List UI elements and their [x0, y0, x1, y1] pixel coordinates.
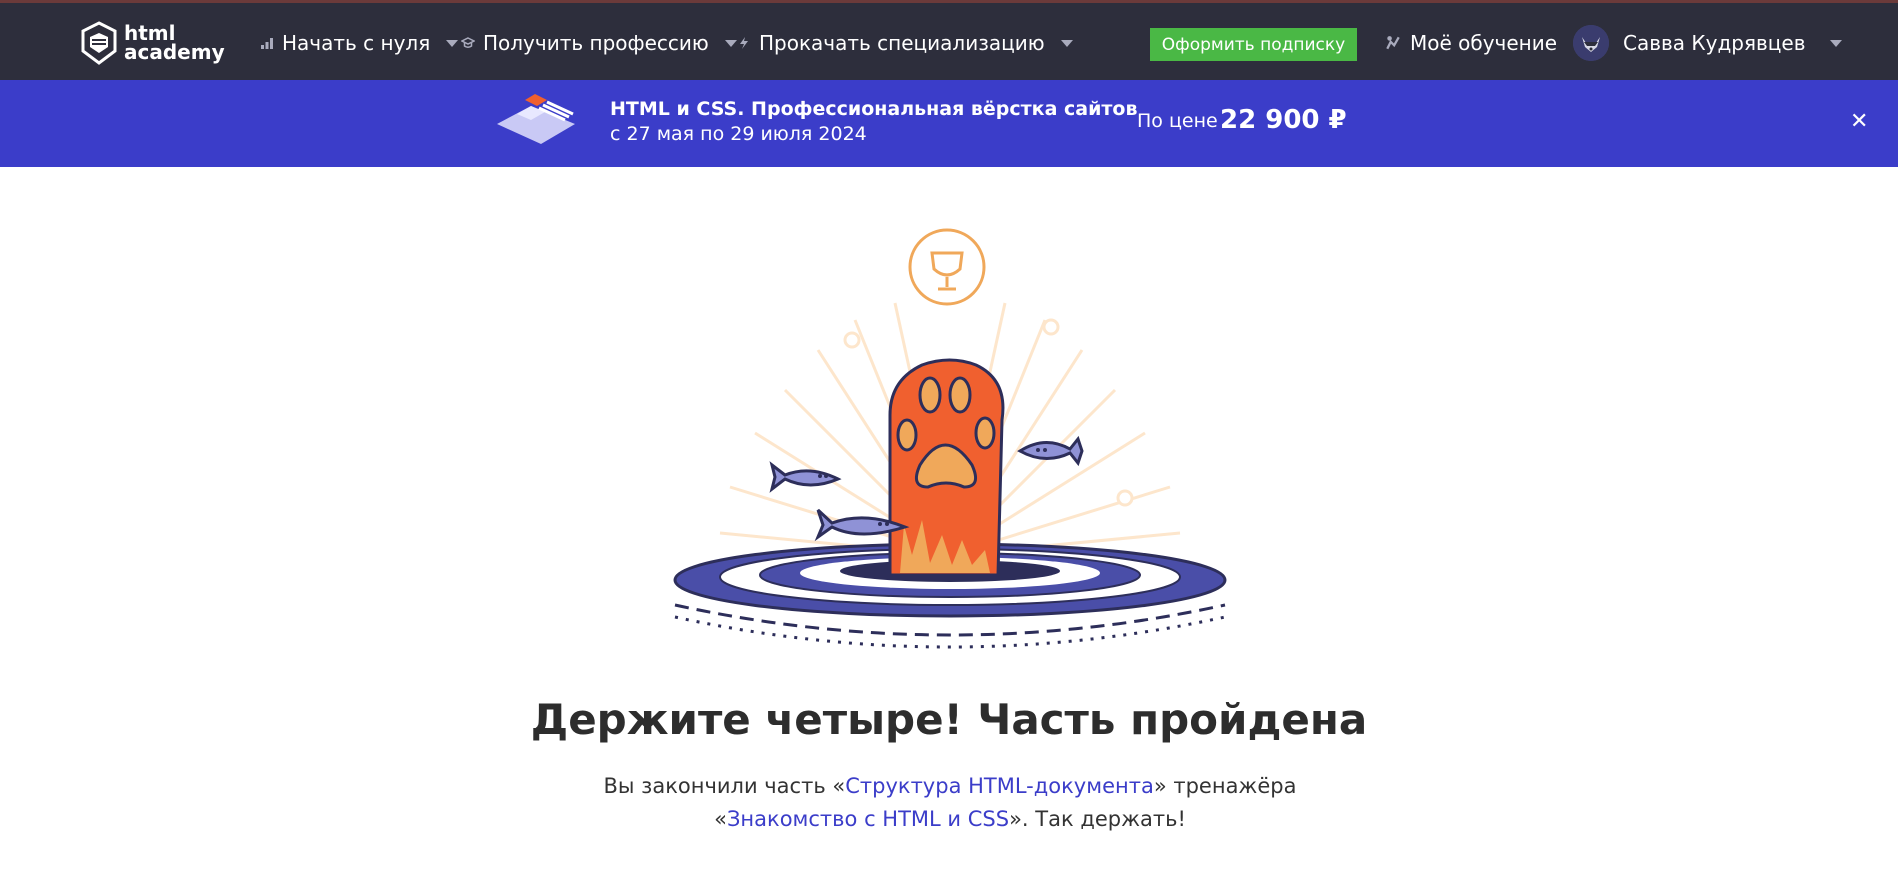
course-logo-icon: [497, 94, 575, 144]
nav-get-profession[interactable]: Получить профессию: [461, 31, 737, 55]
logo-text: html academy: [124, 23, 225, 64]
nav-upgrade-specialization[interactable]: Прокачать специализацию: [737, 31, 1073, 55]
nav-label: Получить профессию: [483, 31, 709, 55]
paw-trophy-illustration: [673, 228, 1227, 649]
bar-chart-icon: [261, 38, 273, 49]
chevron-down-icon: [724, 39, 737, 47]
raccoon-avatar-icon: [1573, 25, 1609, 61]
my-learning-link[interactable]: Моё обучение: [1384, 31, 1557, 55]
logo-text-line2: academy: [124, 40, 225, 64]
ray-dot: [1116, 489, 1134, 507]
message-text: Вы закончили часть «: [603, 774, 846, 798]
course-promo-banner[interactable]: HTML и CSS. Профессиональная вёрстка сай…: [0, 80, 1898, 167]
nav-label: Прокачать специализацию: [759, 31, 1045, 55]
promo-price: 22 900 ₽: [1220, 105, 1347, 135]
trophy-icon: [908, 228, 986, 306]
top-navigation: html academy Начать с нуля Получить проф…: [0, 0, 1898, 80]
chevron-down-icon: [1829, 39, 1842, 47]
user-name: Савва Кудрявцев: [1623, 31, 1806, 55]
nav-label: Начать с нуля: [282, 31, 431, 55]
subscribe-button[interactable]: Оформить подписку: [1150, 28, 1357, 61]
part-link[interactable]: Структура HTML-документа: [845, 774, 1154, 798]
completion-headline: Держите четыре! Часть пройдена: [530, 695, 1368, 744]
graduation-cap-icon: [461, 37, 475, 48]
promo-price-label: По цене: [1137, 110, 1218, 132]
promo-dates: с 27 мая по 29 июля 2024: [610, 123, 867, 145]
avatar: [1573, 25, 1609, 61]
nav-start-from-zero[interactable]: Начать с нуля: [260, 31, 459, 55]
completion-message: Вы закончили часть «Структура HTML-докум…: [540, 770, 1360, 836]
fish-icon: [769, 461, 842, 493]
message-text: ». Так держать!: [1009, 807, 1186, 831]
logo-shield-icon: [81, 21, 117, 65]
ray-dot: [1042, 318, 1060, 336]
user-menu[interactable]: Савва Кудрявцев: [1573, 25, 1842, 61]
learning-icon: [1386, 36, 1400, 50]
chevron-down-icon: [446, 39, 459, 47]
html-academy-logo[interactable]: html academy: [80, 21, 225, 65]
chevron-down-icon: [1060, 39, 1073, 47]
ray-dot: [843, 331, 861, 349]
close-icon[interactable]: ✕: [1850, 109, 1868, 134]
course-link[interactable]: Знакомство с HTML и CSS: [727, 807, 1009, 831]
lightning-icon: [740, 37, 748, 49]
promo-title: HTML и CSS. Профессиональная вёрстка сай…: [610, 98, 1138, 120]
cat-paw: [888, 358, 1005, 577]
fish-icon: [1017, 435, 1084, 467]
my-learning-label: Моё обучение: [1410, 31, 1558, 55]
